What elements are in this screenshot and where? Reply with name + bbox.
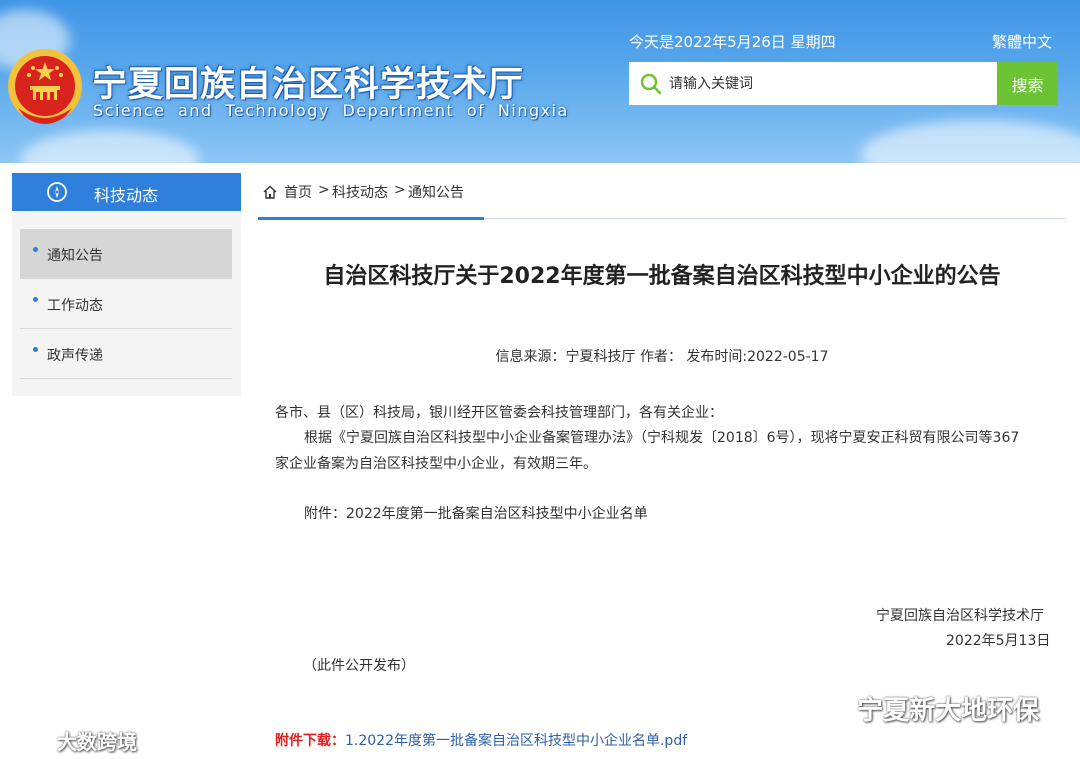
breadcrumb-separator: > bbox=[394, 182, 406, 198]
breadcrumb-active-underline bbox=[258, 217, 484, 220]
sidebar-list: 通知公告 工作动态 政声传递 bbox=[20, 229, 232, 379]
watermark-right-text: 宁夏新大地环保 bbox=[857, 696, 1040, 726]
breadcrumb-separator: > bbox=[318, 182, 330, 198]
sidebar-item-notices[interactable]: 通知公告 bbox=[20, 229, 232, 279]
breadcrumb-item-tech-news[interactable]: 科技动态 bbox=[332, 182, 388, 202]
sidebar-item-work-news[interactable]: 工作动态 bbox=[20, 279, 232, 329]
site-header: 宁夏回族自治区科学技术厅 Science and Technology Depa… bbox=[0, 0, 1080, 163]
sidebar-header: 科技动态 bbox=[12, 173, 241, 211]
cloud-decoration bbox=[860, 120, 1080, 163]
site-title: 宁夏回族自治区科学技术厅 bbox=[92, 65, 525, 105]
sidebar: 科技动态 通知公告 工作动态 政声传递 bbox=[12, 173, 241, 396]
article-salutation: 各市、县（区）科技局，银川经开区管委会科技管理部门，各有关企业： bbox=[275, 405, 723, 421]
bullet-icon bbox=[33, 247, 38, 252]
article-title: 自治区科技厅关于2022年度第一批备案自治区科技型中小企业的公告 bbox=[323, 264, 1001, 289]
search-input[interactable] bbox=[669, 62, 989, 105]
search-button[interactable]: 搜索 bbox=[997, 62, 1058, 105]
sidebar-title: 科技动态 bbox=[94, 186, 159, 205]
bullet-icon bbox=[33, 347, 38, 352]
watermark-left-text: 大数跨境 bbox=[56, 730, 137, 754]
article-meta: 信息来源：宁夏科技厅 作者： 发布时间:2022-05-17 bbox=[495, 349, 829, 365]
bullet-icon bbox=[33, 297, 38, 302]
signature-date: 2022年5月13日 bbox=[946, 633, 1051, 649]
article-body-line: 根据《宁夏回族自治区科技型中小企业备案管理办法》（宁科规发〔2018〕6号），现… bbox=[304, 430, 1020, 446]
search-icon bbox=[640, 73, 662, 95]
public-release-note: （此件公开发布） bbox=[303, 658, 415, 674]
sidebar-item-label: 通知公告 bbox=[47, 248, 103, 264]
logo-icon bbox=[11, 732, 45, 750]
breadcrumb-item-notices[interactable]: 通知公告 bbox=[408, 182, 464, 202]
sidebar-item-label: 工作动态 bbox=[47, 298, 103, 314]
watermark-right: 宁夏新大地环保 bbox=[808, 690, 1039, 727]
breadcrumb-home[interactable]: 首页 bbox=[284, 182, 312, 202]
traditional-chinese-link[interactable]: 繁體中文 bbox=[992, 31, 1052, 52]
attachment-download: 附件下载：1.2022年度第一批备案自治区科技型中小企业名单.pdf bbox=[275, 729, 687, 754]
signature-organization: 宁夏回族自治区科学技术厅 bbox=[876, 608, 1044, 624]
search-box bbox=[629, 62, 997, 105]
watermark-left: 大数跨境 bbox=[10, 726, 137, 755]
sidebar-item-label: 政声传递 bbox=[47, 348, 103, 364]
download-label: 附件下载： bbox=[275, 733, 345, 749]
breadcrumb: 首页 > 科技动态 > 通知公告 bbox=[258, 173, 1066, 220]
download-pdf-link[interactable]: 1.2022年度第一批备案自治区科技型中小企业名单.pdf bbox=[345, 733, 687, 749]
compass-icon bbox=[47, 182, 67, 202]
national-emblem-icon bbox=[8, 49, 82, 124]
site-subtitle: Science and Technology Department of Nin… bbox=[93, 101, 569, 120]
home-icon bbox=[263, 185, 277, 199]
sidebar-item-policy-voice[interactable]: 政声传递 bbox=[20, 329, 232, 379]
wechat-icon bbox=[810, 697, 846, 721]
current-date: 今天是2022年5月26日 星期四 bbox=[629, 33, 836, 51]
cloud-decoration bbox=[20, 130, 200, 163]
article-attachment-note: 附件：2022年度第一批备案自治区科技型中小企业名单 bbox=[304, 506, 648, 522]
article-body-line: 家企业备案为自治区科技型中小企业，有效期三年。 bbox=[275, 456, 597, 472]
